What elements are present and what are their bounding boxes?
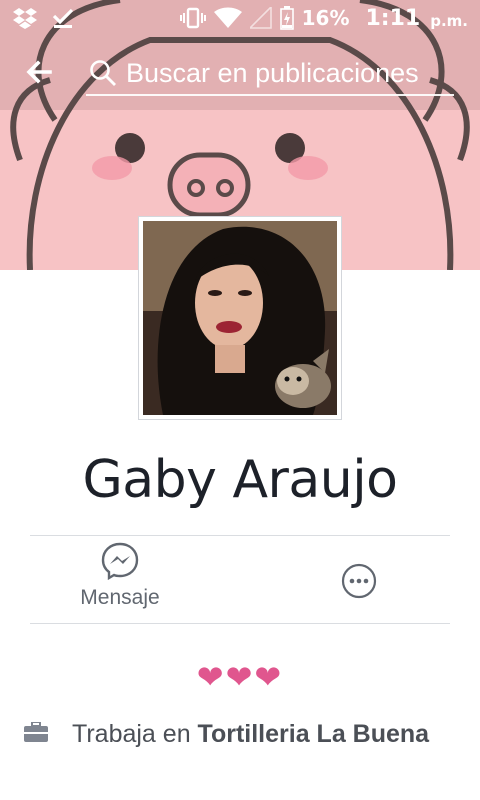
messenger-icon xyxy=(101,542,139,580)
back-arrow-icon xyxy=(26,60,52,84)
work-text: Trabaja en Tortilleria La Buena xyxy=(72,718,432,750)
search-input[interactable]: Buscar en publicaciones xyxy=(86,52,454,96)
top-header: Buscar en publicaciones xyxy=(0,42,480,102)
divider-bottom xyxy=(30,623,450,624)
more-options-button[interactable] xyxy=(341,563,377,599)
profile-name: Gaby Araujo xyxy=(82,450,398,510)
wifi-icon xyxy=(213,7,242,28)
work-company-link[interactable]: Tortilleria La Buena xyxy=(198,720,430,748)
more-options-icon xyxy=(341,563,377,599)
dropbox-icon xyxy=(13,8,37,29)
bio-hearts: ❤❤❤ xyxy=(196,658,284,696)
profile-action-bar: Mensaje xyxy=(30,536,450,624)
battery-percentage: 16% xyxy=(301,6,350,30)
message-button[interactable]: Mensaje xyxy=(70,542,170,610)
battery-icon xyxy=(279,6,294,30)
briefcase-icon xyxy=(24,722,48,742)
vibrate-icon xyxy=(179,7,206,29)
signal-icon xyxy=(249,7,272,29)
profile-picture[interactable] xyxy=(138,216,342,420)
download-done-icon xyxy=(52,8,74,28)
search-icon xyxy=(90,60,116,86)
search-placeholder: Buscar en publicaciones xyxy=(126,57,419,88)
status-bar: 16% 1:11 p.m. xyxy=(0,0,480,36)
back-button[interactable] xyxy=(22,54,58,90)
message-label: Mensaje xyxy=(80,586,160,609)
avatar xyxy=(143,221,337,415)
clock-time: 1:11 xyxy=(365,5,421,31)
work-prefix: Trabaja en xyxy=(72,720,198,748)
clock-ampm: p.m. xyxy=(430,12,468,30)
